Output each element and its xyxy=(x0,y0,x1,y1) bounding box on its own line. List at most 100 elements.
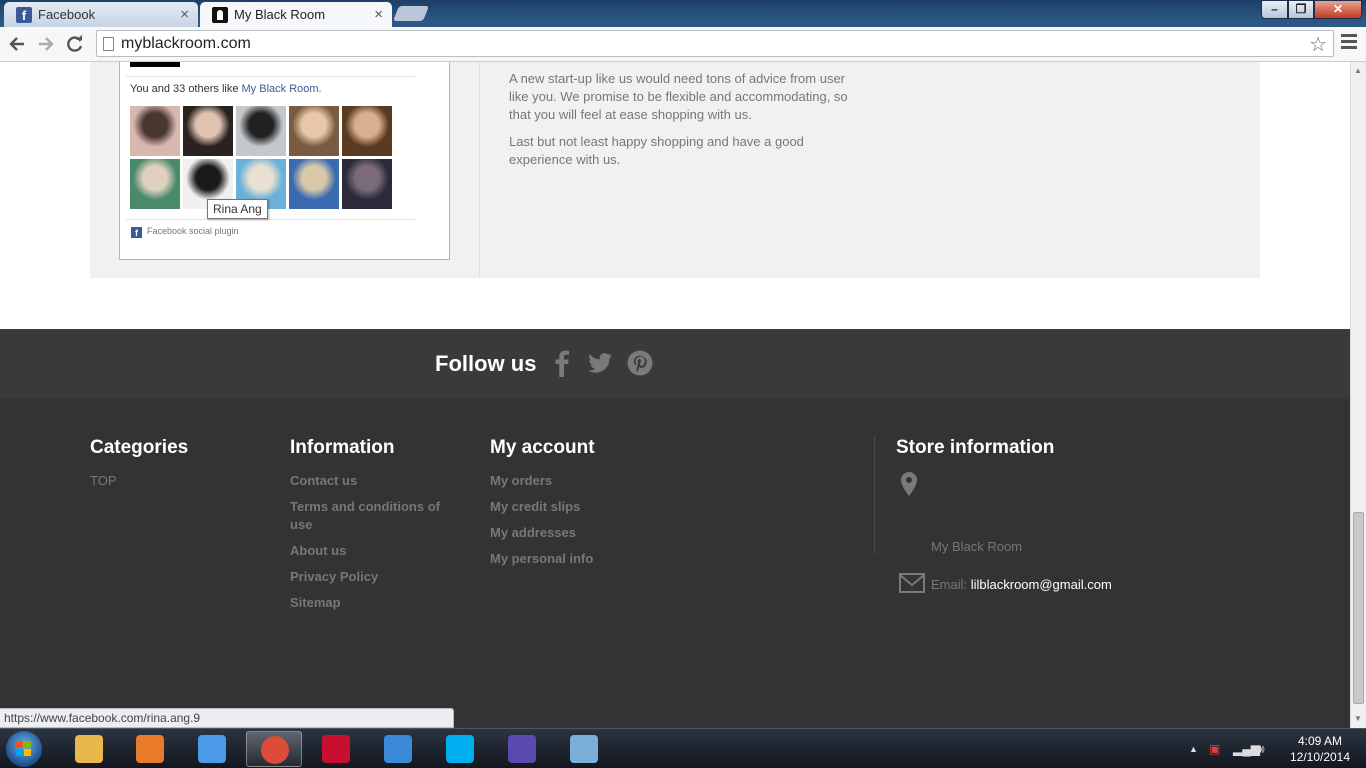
about-paragraph: Last but not least happy shopping and ha… xyxy=(509,134,804,167)
fb-friend-avatar[interactable] xyxy=(289,159,339,209)
tray-expand-icon[interactable]: ▲ xyxy=(1189,744,1198,754)
privacy-policy-link[interactable]: Privacy Policy xyxy=(290,568,450,586)
facebook-like-box: You and 33 others like My Black Room. fF… xyxy=(119,62,450,260)
start-button[interactable] xyxy=(6,731,42,767)
page-scrollbar[interactable]: ▲ ▼ xyxy=(1350,62,1366,728)
address-url: myblackroom.com xyxy=(121,35,251,52)
minimize-icon: – xyxy=(1271,2,1278,16)
facebook-icon: f xyxy=(131,227,142,238)
skype-icon xyxy=(446,735,474,763)
fb-social-plugin-link[interactable]: f Facebook social plugin xyxy=(131,226,239,238)
close-window-button[interactable]: ✕ xyxy=(1314,0,1362,19)
scrollbar-thumb[interactable] xyxy=(1353,512,1364,704)
back-arrow-icon xyxy=(9,37,24,51)
taskbar-app-bittorrent[interactable] xyxy=(494,731,550,767)
volume-icon[interactable]: 🔊︎ xyxy=(1257,742,1265,757)
maximize-button[interactable]: ❐ xyxy=(1288,0,1314,19)
restore-icon: ❐ xyxy=(1295,2,1307,16)
facebook-icon[interactable] xyxy=(548,349,576,377)
store-name: My Black Room xyxy=(931,539,1023,554)
reload-button[interactable] xyxy=(64,33,86,55)
close-icon: ✕ xyxy=(1332,2,1344,16)
sitemap-link[interactable]: Sitemap xyxy=(290,594,450,612)
about-us-link[interactable]: About us xyxy=(290,542,450,560)
bittorrent-icon xyxy=(508,735,536,763)
reload-icon xyxy=(67,35,83,52)
minimize-button[interactable]: – xyxy=(1261,0,1288,19)
my-orders-link[interactable]: My orders xyxy=(490,472,552,490)
taskbar-app-paint[interactable] xyxy=(556,731,612,767)
fb-friend-avatar[interactable] xyxy=(183,106,233,156)
fb-friend-avatar[interactable] xyxy=(342,159,392,209)
tab-label: Facebook xyxy=(38,7,96,22)
taskbar-app-skype[interactable] xyxy=(432,731,488,767)
tab-close-icon[interactable]: × xyxy=(374,6,383,23)
page-viewport: You and 33 others like My Black Room. fF… xyxy=(0,62,1350,728)
taskbar-app-network[interactable] xyxy=(184,731,240,767)
pinterest-icon[interactable] xyxy=(626,349,654,377)
store-email-line: Email: lilblackroom@gmail.com xyxy=(931,577,1112,592)
store-email-link[interactable]: lilblackroom@gmail.com xyxy=(971,577,1112,592)
map-pin-icon xyxy=(901,472,917,496)
terms-link[interactable]: Terms and conditions of use xyxy=(290,498,450,534)
fb-friend-avatar[interactable] xyxy=(130,159,180,209)
taskbar-app-explorer[interactable] xyxy=(61,731,117,767)
paint-icon xyxy=(570,735,598,763)
network-icon xyxy=(198,735,226,763)
section-divider xyxy=(479,62,480,278)
store-information-title: Store information xyxy=(896,437,1055,458)
my-credit-slips-link[interactable]: My credit slips xyxy=(490,498,580,516)
forward-arrow-icon xyxy=(39,37,54,51)
windows-taskbar: ▲ ▣ ▂▄▆ 🔊︎ 4:09 AM 12/10/2014 xyxy=(0,728,1366,768)
tab-my-black-room[interactable]: My Black Room × xyxy=(200,2,392,27)
my-account-title: My account xyxy=(490,437,595,458)
fb-plugin-label: Facebook social plugin xyxy=(147,226,239,236)
fb-likes-prefix: You and 33 others like xyxy=(130,83,242,95)
taskbar-app-media-player[interactable] xyxy=(122,731,178,767)
tab-facebook[interactable]: f Facebook × xyxy=(4,2,198,27)
email-label: Email: xyxy=(931,577,971,592)
forward-button[interactable] xyxy=(35,33,57,55)
scroll-up-icon[interactable]: ▲ xyxy=(1354,66,1362,75)
chrome-menu-button[interactable] xyxy=(1341,34,1357,52)
chrome-icon xyxy=(261,736,289,764)
scroll-down-icon[interactable]: ▼ xyxy=(1354,714,1362,723)
fb-friend-avatar[interactable] xyxy=(130,106,180,156)
new-tab-button[interactable] xyxy=(392,6,430,21)
information-title: Information xyxy=(290,437,395,458)
categories-title: Categories xyxy=(90,437,189,458)
contact-us-link[interactable]: Contact us xyxy=(290,472,450,490)
taskbar-app-quicktime[interactable] xyxy=(308,731,364,767)
network-signal-icon[interactable]: ▂▄▆ xyxy=(1233,742,1260,756)
follow-us-title: Follow us xyxy=(435,351,537,376)
tab-close-icon[interactable]: × xyxy=(180,6,189,23)
fb-page-link[interactable]: My Black Room. xyxy=(242,83,322,95)
clock-time: 4:09 AM xyxy=(1297,734,1343,748)
quicktime-icon xyxy=(322,735,350,763)
follow-us-band: Follow us xyxy=(0,329,1350,399)
clock-date: 12/10/2014 xyxy=(1289,750,1351,764)
fb-cover-strip xyxy=(130,62,180,67)
page-icon xyxy=(103,37,114,51)
my-addresses-link[interactable]: My addresses xyxy=(490,524,576,542)
media-player-icon xyxy=(136,735,164,763)
fb-likes-text: You and 33 others like My Black Room. xyxy=(130,83,322,95)
about-paragraph: A new start-up like us would need tons o… xyxy=(509,71,848,122)
twitter-icon[interactable] xyxy=(586,349,614,377)
myblackroom-favicon-icon xyxy=(212,7,228,23)
fb-friend-avatar[interactable] xyxy=(289,106,339,156)
my-personal-info-link[interactable]: My personal info xyxy=(490,550,593,568)
tray-app-icon[interactable]: ▣ xyxy=(1209,742,1220,756)
store-divider xyxy=(874,436,875,554)
taskbar-app-chrome[interactable] xyxy=(246,731,302,767)
tab-strip: f Facebook × My Black Room × – ❐ ✕ xyxy=(0,0,1366,27)
mail-icon xyxy=(899,573,925,593)
category-link-top[interactable]: TOP xyxy=(90,472,117,490)
back-button[interactable] xyxy=(6,33,28,55)
fb-friend-avatar[interactable] xyxy=(342,106,392,156)
bookmark-star-icon[interactable]: ☆ xyxy=(1309,32,1327,57)
taskbar-app-search-tool[interactable] xyxy=(370,731,426,767)
address-bar[interactable]: myblackroom.com ☆ xyxy=(96,30,1334,57)
fb-friend-avatar[interactable] xyxy=(236,106,286,156)
taskbar-clock[interactable]: 4:09 AM 12/10/2014 xyxy=(1282,733,1358,765)
